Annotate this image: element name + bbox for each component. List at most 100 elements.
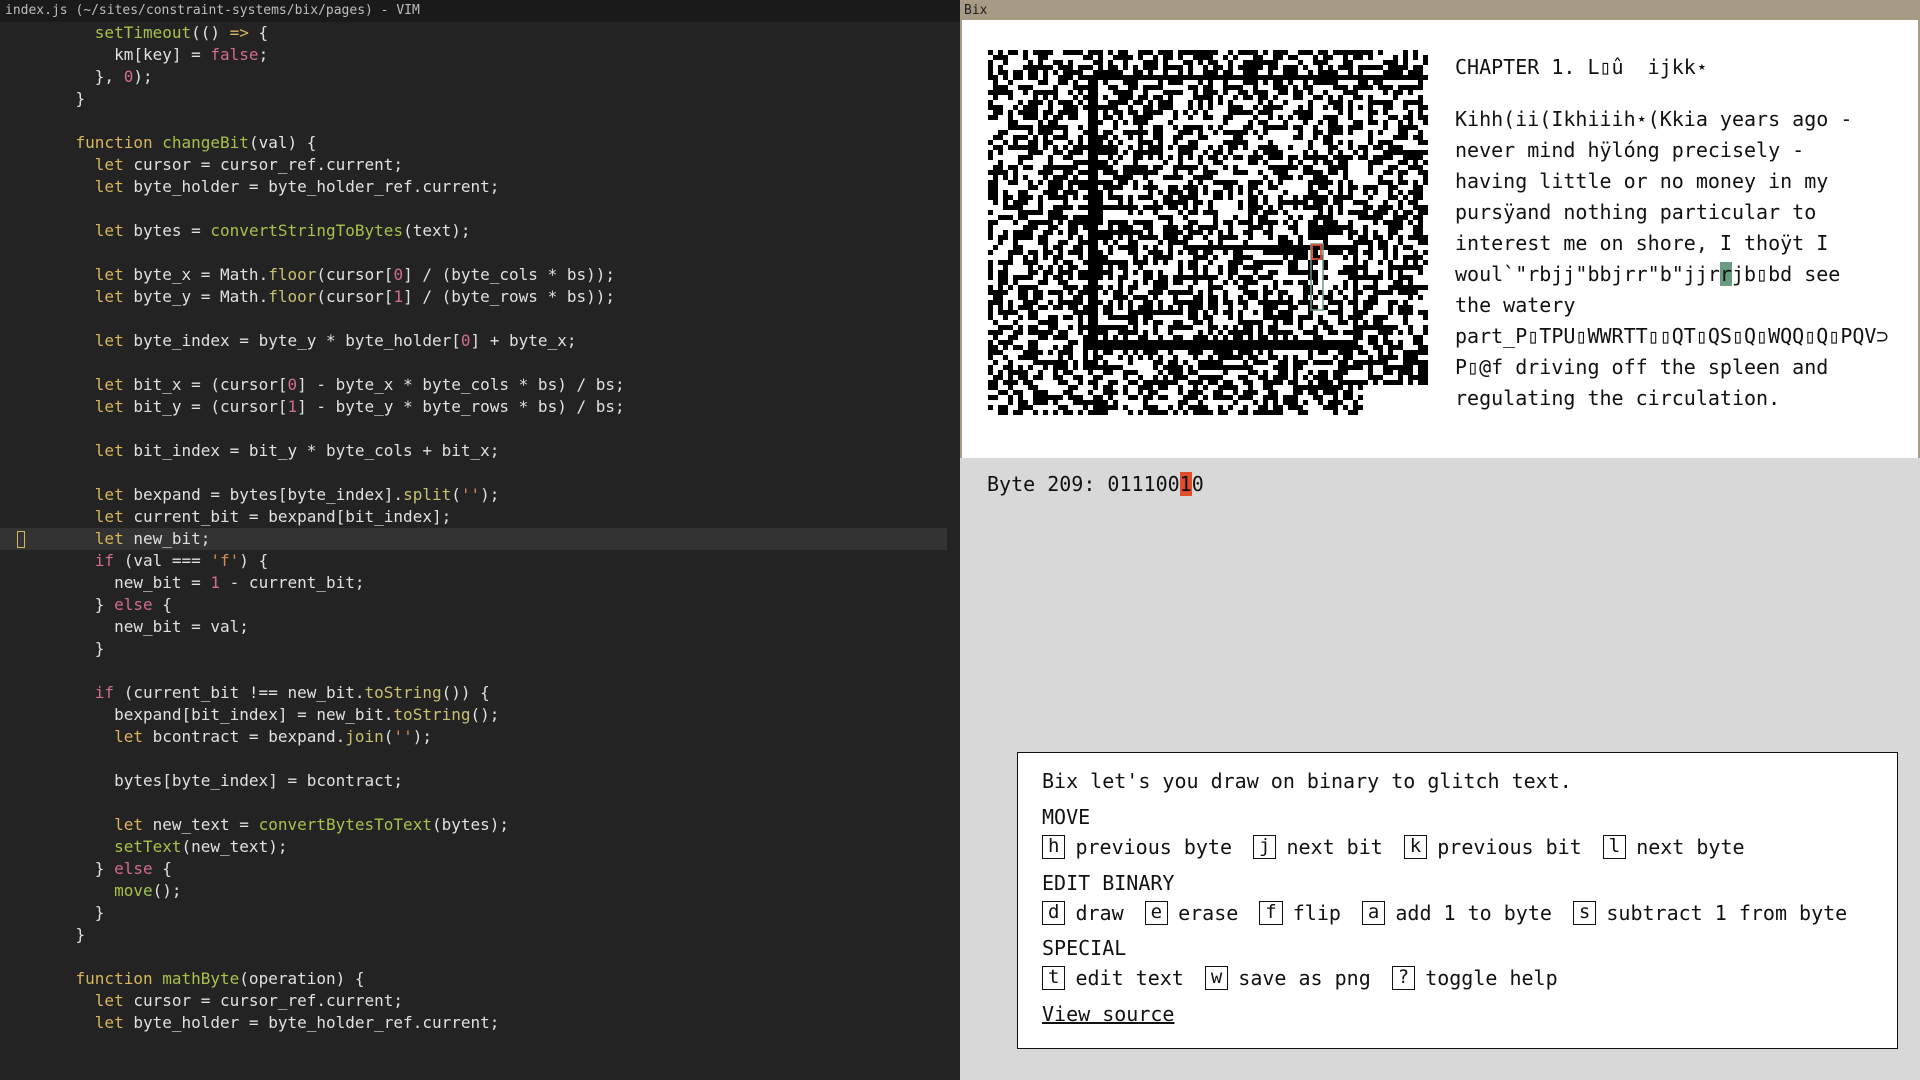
- bit-cell: [1363, 145, 1368, 150]
- bit-cell: [1028, 305, 1033, 310]
- code-line[interactable]: [0, 748, 960, 770]
- bit-cell: [1043, 330, 1048, 335]
- bit-cell: [1178, 135, 1183, 140]
- bit-cell: [1408, 310, 1413, 315]
- bit-cell: [1188, 290, 1193, 295]
- code-line[interactable]: }: [0, 924, 960, 946]
- bit-cell: [1188, 245, 1193, 250]
- code-line[interactable]: function changeBit(val) {: [0, 132, 960, 154]
- code-line[interactable]: new_bit = 1 - current_bit;: [0, 572, 960, 594]
- code-line[interactable]: } else {: [0, 594, 960, 616]
- bit-cell: [1403, 75, 1408, 80]
- bit-cell: [1053, 95, 1058, 100]
- bit-cell: [1393, 145, 1398, 150]
- code-line[interactable]: km[key] = false;: [0, 44, 960, 66]
- bix-window[interactable]: Bix CHAPTER 1. L▯û ijkk⋆ Kihh(ii(Ikhiiih…: [960, 0, 1920, 1080]
- bix-canvas-area[interactable]: CHAPTER 1. L▯û ijkk⋆ Kihh(ii(Ikhiiih⋆(Kk…: [960, 20, 1920, 458]
- code-line[interactable]: setTimeout(() => {: [0, 22, 960, 44]
- code-token: new_text =: [142, 815, 259, 834]
- bit-cell: [1233, 335, 1238, 340]
- bit-cell: [1278, 75, 1283, 80]
- code-line[interactable]: let byte_holder = byte_holder_ref.curren…: [0, 1012, 960, 1034]
- code-line[interactable]: }: [0, 638, 960, 660]
- bit-cell: [1353, 285, 1358, 290]
- bit-cell: [1333, 125, 1338, 130]
- bit-cell: [1193, 340, 1198, 345]
- code-line[interactable]: [0, 418, 960, 440]
- code-line[interactable]: if (val === 'f') {: [0, 550, 960, 572]
- bit-cell: [1148, 340, 1153, 345]
- bit-cell: [1178, 250, 1183, 255]
- code-line[interactable]: }: [0, 88, 960, 110]
- code-line[interactable]: [0, 660, 960, 682]
- code-line[interactable]: [0, 946, 960, 968]
- code-line[interactable]: }: [0, 902, 960, 924]
- view-source-link[interactable]: View source: [1042, 1002, 1174, 1026]
- bit-cell: [1263, 105, 1268, 110]
- binary-canvas-wrap[interactable]: [988, 50, 1428, 424]
- binary-bit-canvas[interactable]: [988, 50, 1428, 420]
- bit-cell: [1193, 90, 1198, 95]
- code-line[interactable]: [0, 352, 960, 374]
- code-line[interactable]: let bit_x = (cursor[0] - byte_x * byte_c…: [0, 374, 960, 396]
- bit-cell: [1023, 215, 1028, 220]
- code-line[interactable]: let cursor = cursor_ref.current;: [0, 990, 960, 1012]
- code-line[interactable]: [0, 242, 960, 264]
- bit-cell: [1028, 125, 1033, 130]
- bit-cell: [1093, 270, 1098, 275]
- bit-cell: [1383, 140, 1388, 145]
- vim-window[interactable]: index.js (~/sites/constraint-systems/bix…: [0, 0, 960, 1080]
- code-line[interactable]: let bit_y = (cursor[1] - byte_y * byte_r…: [0, 396, 960, 418]
- code-line[interactable]: [0, 462, 960, 484]
- bit-cell: [998, 65, 1003, 70]
- bit-cell: [1043, 175, 1048, 180]
- code-line[interactable]: }, 0);: [0, 66, 960, 88]
- bit-cell: [1223, 75, 1228, 80]
- bit-cell: [1158, 340, 1163, 345]
- bit-cell: [1363, 360, 1368, 365]
- bit-cell: [1133, 80, 1138, 85]
- bit-cell: [1008, 300, 1013, 305]
- code-line[interactable]: [0, 308, 960, 330]
- bit-cell: [1348, 340, 1353, 345]
- code-line[interactable]: let bexpand = bytes[byte_index].split(''…: [0, 484, 960, 506]
- code-line[interactable]: let cursor = cursor_ref.current;: [0, 154, 960, 176]
- code-line[interactable]: let byte_holder = byte_holder_ref.curren…: [0, 176, 960, 198]
- code-line[interactable]: [0, 792, 960, 814]
- code-line[interactable]: let new_text = convertBytesToText(bytes)…: [0, 814, 960, 836]
- code-line[interactable]: if (current_bit !== new_bit.toString()) …: [0, 682, 960, 704]
- code-line[interactable]: let byte_index = byte_y * byte_holder[0]…: [0, 330, 960, 352]
- code-line[interactable]: setText(new_text);: [0, 836, 960, 858]
- code-line[interactable]: let bytes = convertStringToBytes(text);: [0, 220, 960, 242]
- bit-cell: [1408, 200, 1413, 205]
- code-line[interactable]: bytes[byte_index] = bcontract;: [0, 770, 960, 792]
- code-line[interactable]: function mathByte(operation) {: [0, 968, 960, 990]
- bit-cell: [1103, 390, 1108, 395]
- code-line[interactable]: let byte_x = Math.floor(cursor[0] / (byt…: [0, 264, 960, 286]
- code-editor[interactable]: setTimeout(() => { km[key] = false; }, 0…: [0, 22, 960, 1034]
- code-line[interactable]: [0, 110, 960, 132]
- bit-cell: [1038, 290, 1043, 295]
- code-line[interactable]: let bcontract = bexpand.join('');: [0, 726, 960, 748]
- bit-cell: [1023, 275, 1028, 280]
- bit-cell: [1138, 170, 1143, 175]
- code-line[interactable]: move();: [0, 880, 960, 902]
- bit-cell: [1113, 345, 1118, 350]
- current-code-line[interactable]: let new_bit;: [0, 528, 947, 550]
- bit-cell: [998, 110, 1003, 115]
- bit-cell: [1278, 55, 1283, 60]
- bit-cell: [1148, 350, 1153, 355]
- bit-cell: [1338, 110, 1343, 115]
- bit-cell: [1213, 295, 1218, 300]
- code-line[interactable]: new_bit = val;: [0, 616, 960, 638]
- bit-cell: [1228, 140, 1233, 145]
- bit-cell: [1088, 335, 1093, 340]
- code-line[interactable]: [0, 198, 960, 220]
- bit-cell: [1158, 125, 1163, 130]
- code-line[interactable]: let byte_y = Math.floor(cursor[1] / (byt…: [0, 286, 960, 308]
- code-line[interactable]: } else {: [0, 858, 960, 880]
- code-line[interactable]: bexpand[bit_index] = new_bit.toString();: [0, 704, 960, 726]
- code-line[interactable]: let current_bit = bexpand[bit_index];: [0, 506, 960, 528]
- bit-cell: [1048, 185, 1053, 190]
- code-line[interactable]: let bit_index = bit_y * byte_cols + bit_…: [0, 440, 960, 462]
